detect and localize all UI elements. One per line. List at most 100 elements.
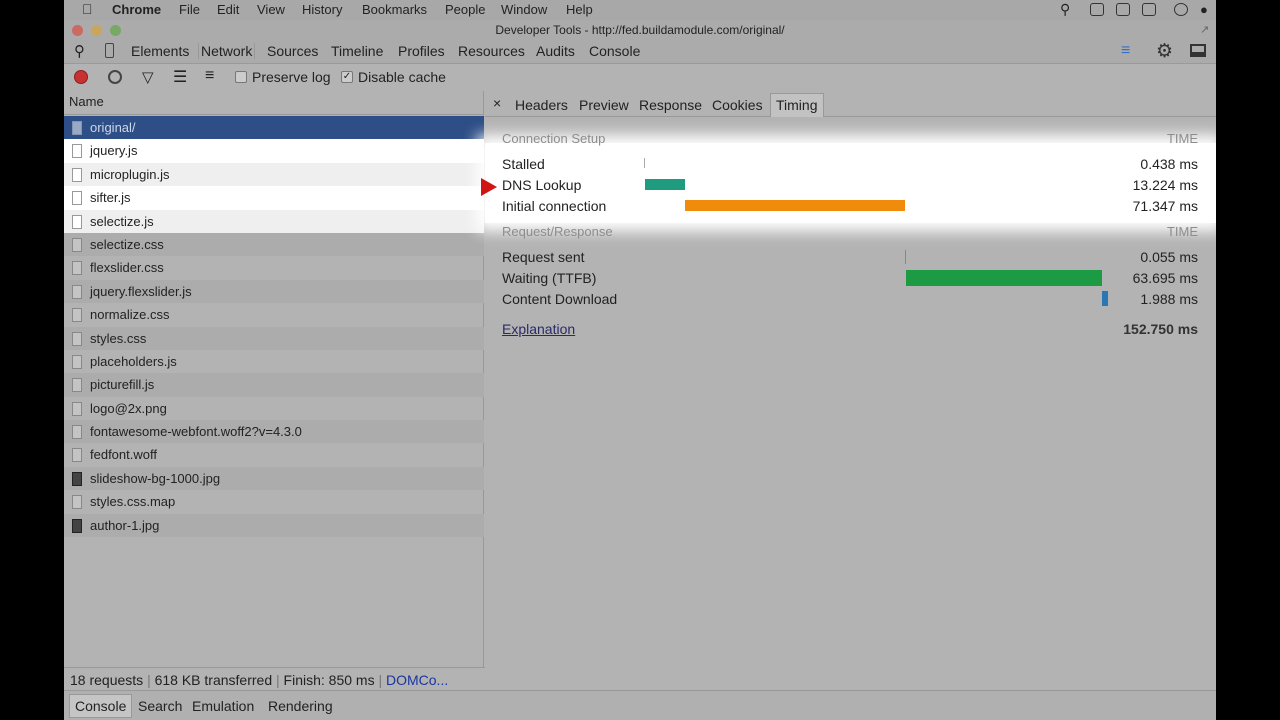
- explanation-link[interactable]: Explanation: [502, 321, 575, 337]
- menu-window[interactable]: Window: [501, 2, 547, 17]
- domcontentloaded-time: DOMCo...: [386, 672, 449, 688]
- request-sent-label: Request sent: [502, 249, 585, 265]
- close-window-icon[interactable]: [72, 25, 83, 36]
- preserve-log-checkbox[interactable]: [235, 71, 247, 83]
- large-rows-icon[interactable]: ☰: [173, 67, 187, 87]
- disable-cache-checkbox[interactable]: ✓: [341, 71, 353, 83]
- request-row[interactable]: flexslider.css: [64, 256, 484, 279]
- record-icon[interactable]: [74, 70, 88, 84]
- document-file-icon: [72, 214, 82, 229]
- request-row[interactable]: styles.css: [64, 326, 484, 350]
- request-row[interactable]: selectize.js: [64, 209, 484, 233]
- device-mode-icon[interactable]: [105, 43, 114, 58]
- detail-tab-headers[interactable]: Headers: [515, 97, 568, 113]
- console-drawer-icon[interactable]: ≡: [1121, 42, 1130, 60]
- tab-audits[interactable]: Audits: [536, 43, 575, 59]
- menu-file[interactable]: File: [179, 2, 200, 17]
- document-file-icon: [72, 237, 82, 252]
- initial-connection-bar: [685, 200, 905, 211]
- menu-people[interactable]: People: [445, 2, 485, 17]
- clear-icon[interactable]: [108, 70, 122, 84]
- drawer-tabs: Console Search Emulation Rendering: [64, 690, 1216, 720]
- zoom-window-icon[interactable]: [110, 25, 121, 36]
- request-name: sifter.js: [90, 190, 131, 206]
- red-pointer-arrow-icon: [481, 178, 497, 196]
- request-name: jquery.flexslider.js: [90, 283, 192, 299]
- drawer-tab-console[interactable]: Console: [69, 694, 133, 718]
- menu-help[interactable]: Help: [566, 2, 593, 17]
- menu-history[interactable]: History: [302, 2, 342, 17]
- dns-lookup-value: 13.224 ms: [1132, 177, 1198, 193]
- drawer-tab-emulation[interactable]: Emulation: [192, 698, 254, 714]
- drawer-tab-search[interactable]: Search: [138, 698, 182, 714]
- drawer-tab-rendering[interactable]: Rendering: [268, 698, 333, 714]
- request-list-panel: Name original/jquery.js microplugin.js sif…: [64, 91, 484, 667]
- apple-icon[interactable]: : [82, 1, 93, 17]
- dns-lookup-bar: [645, 179, 685, 190]
- detail-tab-preview[interactable]: Preview: [579, 97, 629, 113]
- detail-tab-cookies[interactable]: Cookies: [712, 97, 763, 113]
- request-name: logo@2x.png: [90, 400, 167, 416]
- request-row[interactable]: slideshow-bg-1000.jpg: [64, 466, 484, 491]
- status-icon-2[interactable]: [1116, 3, 1130, 16]
- tab-profiles[interactable]: Profiles: [398, 43, 445, 59]
- request-name: fedfont.woff: [90, 447, 157, 463]
- tab-elements[interactable]: Elements: [131, 43, 189, 59]
- tab-network[interactable]: Network: [198, 43, 256, 59]
- tab-timeline[interactable]: Timeline: [331, 43, 383, 59]
- fullscreen-icon[interactable]: ↗: [1200, 23, 1209, 36]
- request-row[interactable]: picturefill.js: [64, 373, 484, 397]
- request-row[interactable]: jquery.js: [64, 139, 484, 163]
- detail-tab-response[interactable]: Response: [639, 97, 702, 113]
- request-row[interactable]: fedfont.woff: [64, 443, 484, 466]
- devtools-panel-tabs: ⚲ Elements Network Sources Timeline Prof…: [64, 40, 1216, 64]
- close-detail-icon[interactable]: ×: [493, 95, 501, 111]
- request-name: microplugin.js: [90, 166, 170, 182]
- stalled-value: 0.438 ms: [1140, 156, 1198, 172]
- detail-tab-timing[interactable]: Timing: [770, 93, 824, 117]
- request-row[interactable]: normalize.css: [64, 303, 484, 326]
- request-row[interactable]: placeholders.js: [64, 350, 484, 373]
- stalled-label: Stalled: [502, 156, 545, 172]
- name-column-header[interactable]: Name: [64, 91, 484, 115]
- request-time-header: TIME: [1166, 224, 1198, 239]
- minimize-window-icon[interactable]: [91, 25, 102, 36]
- request-row[interactable]: jquery.flexslider.js: [64, 279, 484, 304]
- document-file-icon: [72, 354, 82, 369]
- dock-icon[interactable]: [1190, 44, 1206, 57]
- document-file-icon: [72, 167, 82, 182]
- menu-app-name[interactable]: Chrome: [112, 2, 161, 17]
- initial-connection-label: Initial connection: [502, 198, 607, 214]
- network-status-bar: 18 requests | 618 KB transferred | Finis…: [64, 667, 485, 690]
- spotlight-search-icon[interactable]: ⚲: [1060, 1, 1070, 18]
- status-icon-3[interactable]: [1142, 3, 1156, 16]
- request-name: original/: [90, 120, 136, 135]
- transferred-size: 618 KB transferred: [154, 672, 273, 688]
- inspect-icon[interactable]: ⚲: [74, 42, 85, 60]
- menu-view[interactable]: View: [257, 2, 285, 17]
- request-row[interactable]: author-1.jpg: [64, 513, 484, 538]
- clock-icon[interactable]: [1174, 3, 1188, 16]
- tab-sources[interactable]: Sources: [267, 43, 318, 59]
- filter-icon[interactable]: ▽: [142, 68, 154, 86]
- request-row[interactable]: microplugin.js: [64, 162, 484, 187]
- tab-resources[interactable]: Resources: [458, 43, 525, 59]
- image-file-icon: [72, 518, 82, 533]
- request-name: styles.css: [90, 330, 147, 346]
- request-row[interactable]: original/: [64, 116, 484, 140]
- overview-icon[interactable]: ≡: [205, 67, 214, 85]
- extra-icon[interactable]: ●: [1200, 2, 1208, 17]
- request-row[interactable]: selectize.css: [64, 232, 484, 257]
- request-row[interactable]: fontawesome-webfont.woff2?v=4.3.0: [64, 420, 484, 444]
- connection-time-header: TIME: [1166, 131, 1198, 146]
- tab-console[interactable]: Console: [589, 43, 640, 59]
- document-file-icon: [72, 378, 82, 393]
- status-icon-1[interactable]: [1090, 3, 1104, 16]
- menu-bookmarks[interactable]: Bookmarks: [362, 2, 427, 17]
- settings-gear-icon[interactable]: ⚙: [1156, 40, 1173, 63]
- menu-edit[interactable]: Edit: [217, 2, 239, 17]
- request-count: 18 requests: [70, 672, 144, 688]
- request-row[interactable]: logo@2x.png: [64, 397, 484, 420]
- request-row[interactable]: styles.css.map: [64, 490, 484, 513]
- request-row[interactable]: sifter.js: [64, 186, 484, 210]
